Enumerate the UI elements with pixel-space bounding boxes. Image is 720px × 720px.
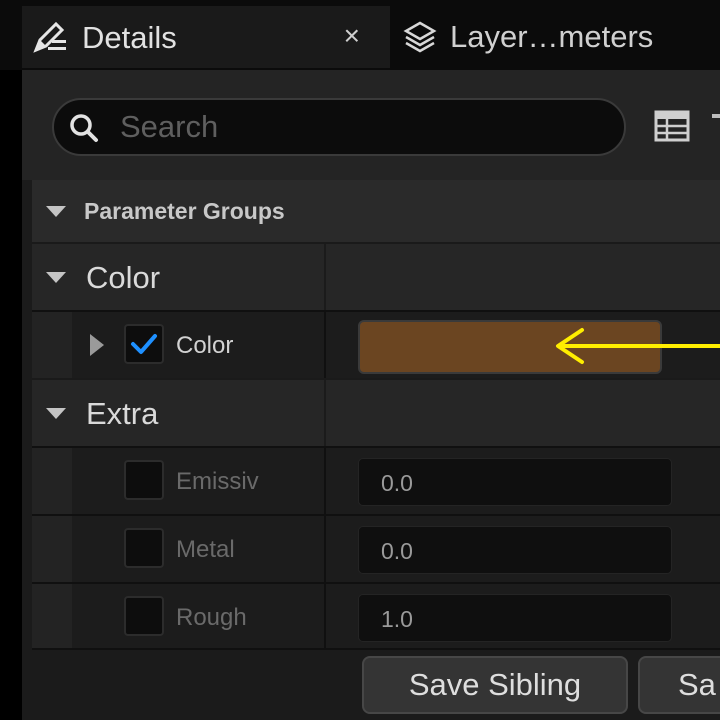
search-row [22,70,720,180]
emissive-value-field[interactable]: 0.0 [358,458,672,506]
property-row-metal: Metal 0.0 [32,514,720,582]
search-input[interactable] [120,106,610,148]
search-icon [68,112,100,149]
bottom-button-row: Save Sibling Sa [32,648,720,720]
expand-triangle-icon[interactable] [90,334,104,356]
close-icon[interactable]: × [344,20,360,52]
metal-value: 0.0 [381,538,413,564]
collapse-triangle-icon [46,205,66,217]
metal-value-field[interactable]: 0.0 [358,526,672,574]
layers-icon [400,17,440,57]
column-divider [324,584,326,648]
row-indent [32,448,72,514]
tab-details[interactable]: Details × [22,6,390,68]
details-panel: Parameter Groups Color Color Extra Emiss… [22,70,720,720]
parameter-groups-header[interactable]: Parameter Groups [32,180,720,242]
property-row-rough: Rough 1.0 [32,582,720,648]
emissive-override-checkbox[interactable] [124,460,164,500]
category-color-label: Color [86,260,161,295]
category-color[interactable]: Color [32,242,720,312]
rough-value-field[interactable]: 1.0 [358,594,672,642]
emissive-value: 0.0 [381,470,413,496]
category-extra[interactable]: Extra [32,378,720,448]
save-child-button[interactable]: Sa [638,656,720,714]
options-icon-edge[interactable] [712,114,720,118]
property-row-emissive: Emissiv 0.0 [32,446,720,514]
category-extra-label: Extra [86,396,159,431]
tab-layer-parameters[interactable]: Layer…meters [392,6,720,68]
column-divider [324,244,326,312]
tab-details-label: Details [82,20,177,55]
property-label-emissive: Emissiv [176,468,259,495]
rough-value: 1.0 [381,606,413,632]
table-view-icon[interactable] [654,110,690,147]
column-divider [324,448,326,514]
property-label-rough: Rough [176,604,247,631]
checkmark-icon [131,334,157,354]
column-divider [324,516,326,582]
row-indent [32,516,72,582]
property-label-metal: Metal [176,536,235,563]
parameter-groups-label: Parameter Groups [84,197,285,224]
row-indent [32,312,72,378]
row-indent [32,584,72,648]
save-sibling-button[interactable]: Save Sibling [362,656,628,714]
property-label-color: Color [176,332,234,359]
rough-override-checkbox[interactable] [124,596,164,636]
tab-bar: Details × Layer…meters [0,0,720,70]
metal-override-checkbox[interactable] [124,528,164,568]
search-box[interactable] [52,98,626,156]
collapse-triangle-icon [46,272,66,283]
color-override-checkbox[interactable] [124,324,164,364]
column-divider [324,380,326,448]
collapse-triangle-icon [46,408,66,419]
tab-layer-label: Layer…meters [450,19,654,54]
annotation-arrow-icon [556,328,720,364]
column-divider [324,312,326,378]
pencil-list-icon [30,18,70,58]
